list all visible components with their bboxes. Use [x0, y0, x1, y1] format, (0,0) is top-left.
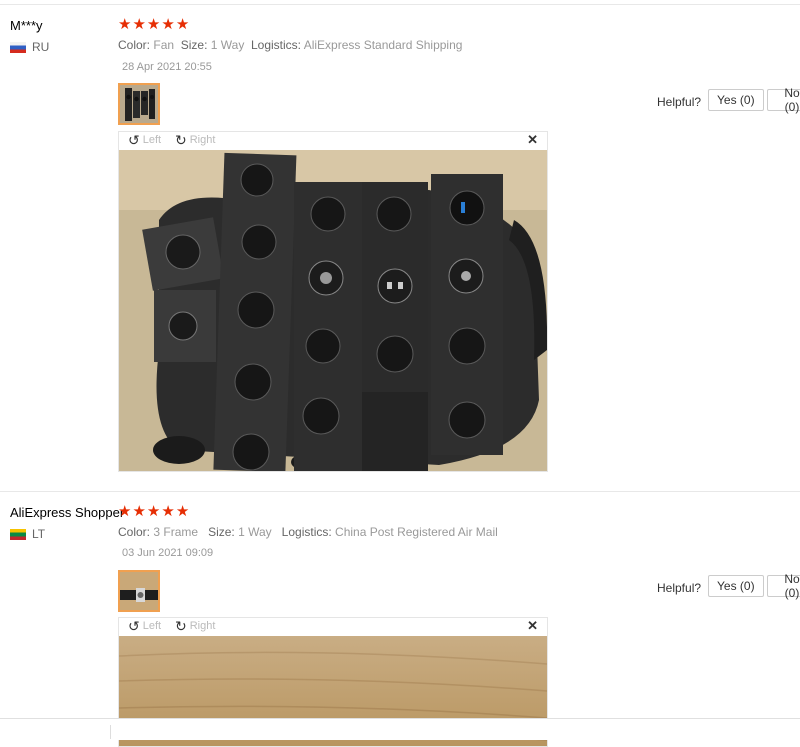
helpful-label: Helpful?	[657, 581, 702, 595]
color-value: Fan	[153, 38, 175, 52]
star-icon: ★	[118, 16, 132, 33]
star-icon: ★	[161, 503, 175, 520]
helpful-label: Helpful?	[657, 95, 702, 109]
rotate-left-icon: ↺	[128, 618, 140, 634]
star-icon: ★	[132, 16, 146, 33]
bottom-bar	[0, 718, 800, 740]
russia-flag-icon	[10, 41, 26, 53]
close-icon[interactable]: ✕	[527, 132, 538, 148]
size-value: 1 Way	[210, 38, 245, 52]
logistics-label: Logistics:	[250, 38, 302, 52]
helpful-no-button[interactable]: No (0)	[767, 86, 800, 114]
reviewer-name: AliExpress Shopper	[10, 505, 125, 520]
rating-stars: ★ ★ ★ ★ ★	[118, 17, 189, 32]
rating-stars: ★ ★ ★ ★ ★	[118, 504, 189, 519]
size-value: 1 Way	[238, 525, 272, 539]
close-icon[interactable]: ✕	[527, 618, 538, 634]
top-divider	[0, 4, 800, 5]
review-photo	[119, 150, 547, 471]
review-date: 03 Jun 2021 09:09	[122, 547, 214, 559]
logistics-label: Logistics:	[281, 525, 332, 539]
star-icon: ★	[161, 16, 175, 33]
lithuania-flag-icon	[10, 528, 26, 540]
rotate-left-icon: ↺	[128, 132, 140, 148]
helpful-yes-button[interactable]: Yes (0)	[708, 89, 764, 111]
reviewer-name: M***y	[10, 18, 43, 33]
country-code: RU	[32, 40, 50, 54]
reviewer-country: LT	[10, 527, 45, 541]
photo-viewer-toolbar: ↺ Left ↻ Right ✕	[119, 618, 547, 636]
color-label: Color:	[118, 525, 151, 539]
photo-viewer-toolbar: ↺ Left ↻ Right ✕	[119, 132, 547, 150]
order-attributes: Color: Fan Size: 1 Way Logistics: AliExp…	[118, 38, 462, 52]
rotate-left-label: Left	[142, 620, 162, 632]
order-attributes: Color: 3 Frame Size: 1 Way Logistics: Ch…	[118, 525, 498, 539]
reviewer-country: RU	[10, 40, 49, 54]
rotate-right-button[interactable]: ↻ Right	[175, 619, 215, 633]
rotate-left-label: Left	[142, 134, 162, 146]
star-icon: ★	[146, 503, 161, 520]
logistics-value: China Post Registered Air Mail	[335, 525, 498, 539]
review-date: 28 Apr 2021 20:55	[122, 61, 212, 73]
rotate-right-button[interactable]: ↻ Right	[175, 133, 215, 147]
star-icon: ★	[146, 16, 161, 33]
rotate-right-icon: ↻	[175, 618, 187, 634]
thumbnail-image	[120, 85, 158, 123]
star-icon: ★	[132, 503, 146, 520]
star-icon: ★	[175, 503, 190, 520]
size-label: Size:	[180, 38, 208, 52]
color-label: Color:	[118, 38, 151, 52]
rotate-right-label: Right	[189, 134, 216, 146]
rotate-right-icon: ↻	[175, 132, 187, 148]
star-icon: ★	[118, 503, 132, 520]
review-divider	[0, 491, 800, 492]
size-label: Size:	[208, 525, 235, 539]
country-code: LT	[32, 527, 46, 541]
color-value: 3 Frame	[153, 525, 199, 539]
review-photo-thumbnail[interactable]	[118, 83, 160, 125]
rotate-left-button[interactable]: ↺ Left	[128, 133, 161, 147]
review-photo-image	[119, 150, 547, 471]
bottom-bar-divider	[110, 725, 111, 739]
photo-viewer: ↺ Left ↻ Right ✕	[118, 131, 548, 472]
review-photo-thumbnail[interactable]	[118, 570, 160, 612]
logistics-value: AliExpress Standard Shipping	[303, 38, 463, 52]
rotate-right-label: Right	[189, 620, 216, 632]
helpful-no-button[interactable]: No (0)	[767, 572, 800, 600]
helpful-yes-button[interactable]: Yes (0)	[708, 575, 764, 597]
thumbnail-image	[120, 572, 158, 610]
rotate-left-button[interactable]: ↺ Left	[128, 619, 161, 633]
star-icon: ★	[175, 16, 190, 33]
